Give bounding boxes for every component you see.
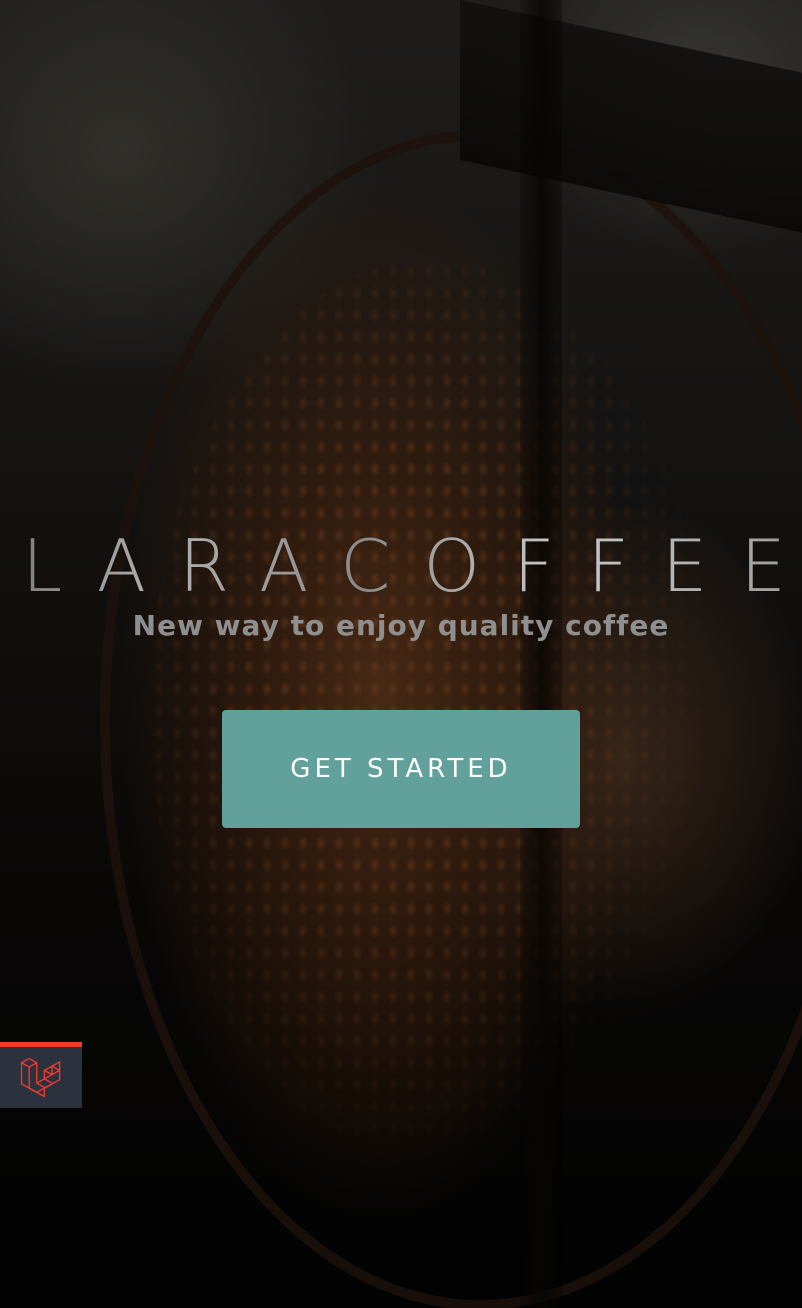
brand-title: LARACOFFEE: [0, 518, 802, 614]
get-started-button[interactable]: GET STARTED: [222, 710, 580, 828]
hero-tagline: New way to enjoy quality coffee: [132, 609, 670, 642]
get-started-button-label: GET STARTED: [290, 754, 512, 784]
laravel-badge[interactable]: [0, 1042, 82, 1108]
hero-content: LARACOFFEE New way to enjoy quality coff…: [0, 0, 802, 1308]
laravel-logo-icon: [19, 1056, 63, 1100]
hero-section: LARACOFFEE New way to enjoy quality coff…: [0, 0, 802, 1308]
